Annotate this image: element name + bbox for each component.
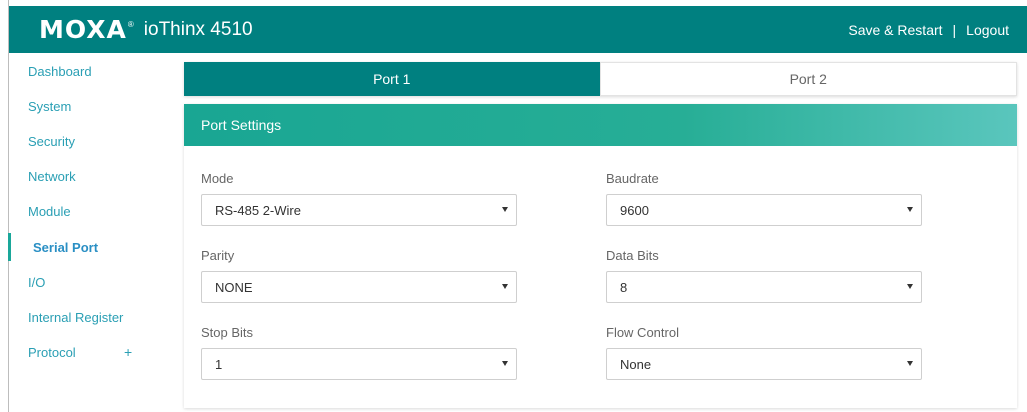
save-restart-link[interactable]: Save & Restart (848, 22, 942, 38)
sidebar-item-dashboard[interactable]: Dashboard (9, 57, 177, 85)
sidebar-item-label: Security (28, 133, 75, 149)
sidebar-item-label: System (28, 98, 72, 114)
dropdown-caret-icon (502, 207, 508, 212)
sidebar-nav: Dashboard System Security Network Module… (8, 53, 177, 412)
dropdown-caret-icon (907, 284, 913, 289)
app-frame: MOXA ® ioThinx 4510 Save & Restart | Log… (8, 0, 1027, 412)
sidebar-item-internal-register[interactable]: Internal Register (9, 303, 177, 331)
stop-bits-value: 1 (215, 356, 223, 372)
data-bits-select[interactable]: 8 (606, 271, 922, 303)
baudrate-select[interactable]: 9600 (606, 194, 922, 226)
sidebar-item-network[interactable]: Network (9, 162, 177, 190)
dropdown-caret-icon (907, 361, 913, 366)
panel-title: Port Settings (184, 104, 1017, 146)
flow-control-select[interactable]: None (606, 348, 922, 380)
dropdown-caret-icon (907, 207, 913, 212)
sidebar-item-system[interactable]: System (9, 92, 177, 120)
parity-value: NONE (215, 279, 253, 295)
sidebar-item-protocol[interactable]: Protocol + (9, 338, 177, 366)
dropdown-caret-icon (502, 361, 508, 366)
sidebar-item-label: Module (28, 203, 71, 219)
sidebar-item-label: Dashboard (28, 63, 92, 79)
mode-select[interactable]: RS-485 2-Wire (201, 194, 517, 226)
sidebar-item-label: Network (28, 168, 76, 184)
header-actions: Save & Restart | Logout (848, 22, 1009, 38)
product-name: ioThinx 4510 (143, 18, 253, 40)
expand-plus-icon[interactable]: + (124, 344, 132, 360)
tab-port-1[interactable]: Port 1 (184, 62, 600, 96)
tab-port-2[interactable]: Port 2 (599, 62, 1017, 96)
dropdown-caret-icon (502, 284, 508, 289)
sidebar-item-security[interactable]: Security (9, 127, 177, 155)
port-tabs: Port 1 Port 2 (184, 62, 1017, 96)
sidebar-item-module[interactable]: Module (9, 197, 177, 225)
parity-label: Parity (201, 248, 235, 263)
sidebar-item-label: I/O (28, 274, 46, 290)
flow-control-value: None (620, 356, 652, 372)
sidebar-item-label: Protocol (28, 344, 76, 360)
baudrate-value: 9600 (620, 202, 649, 218)
data-bits-value: 8 (620, 279, 628, 295)
stop-bits-select[interactable]: 1 (201, 348, 517, 380)
mode-value: RS-485 2-Wire (215, 202, 301, 218)
port-settings-panel: Port Settings Mode RS-485 2-Wire Baudrat… (184, 104, 1017, 408)
sidebar-item-label: Serial Port (33, 239, 99, 255)
logout-link[interactable]: Logout (966, 22, 1009, 38)
flow-control-label: Flow Control (606, 325, 679, 340)
mode-label: Mode (201, 171, 234, 186)
registered-mark: ® (127, 20, 134, 29)
stop-bits-label: Stop Bits (201, 325, 254, 340)
sidebar-item-serial-port[interactable]: Serial Port (8, 233, 177, 261)
data-bits-label: Data Bits (606, 248, 659, 263)
sidebar-item-label: Internal Register (28, 309, 124, 325)
baudrate-label: Baudrate (606, 171, 659, 186)
moxa-logo: MOXA ® (39, 15, 134, 44)
brand-logo-text: MOXA (39, 15, 127, 44)
header-separator: | (952, 21, 957, 38)
top-bar: MOXA ® ioThinx 4510 Save & Restart | Log… (9, 6, 1027, 53)
sidebar-item-io[interactable]: I/O (9, 268, 177, 296)
parity-select[interactable]: NONE (201, 271, 517, 303)
